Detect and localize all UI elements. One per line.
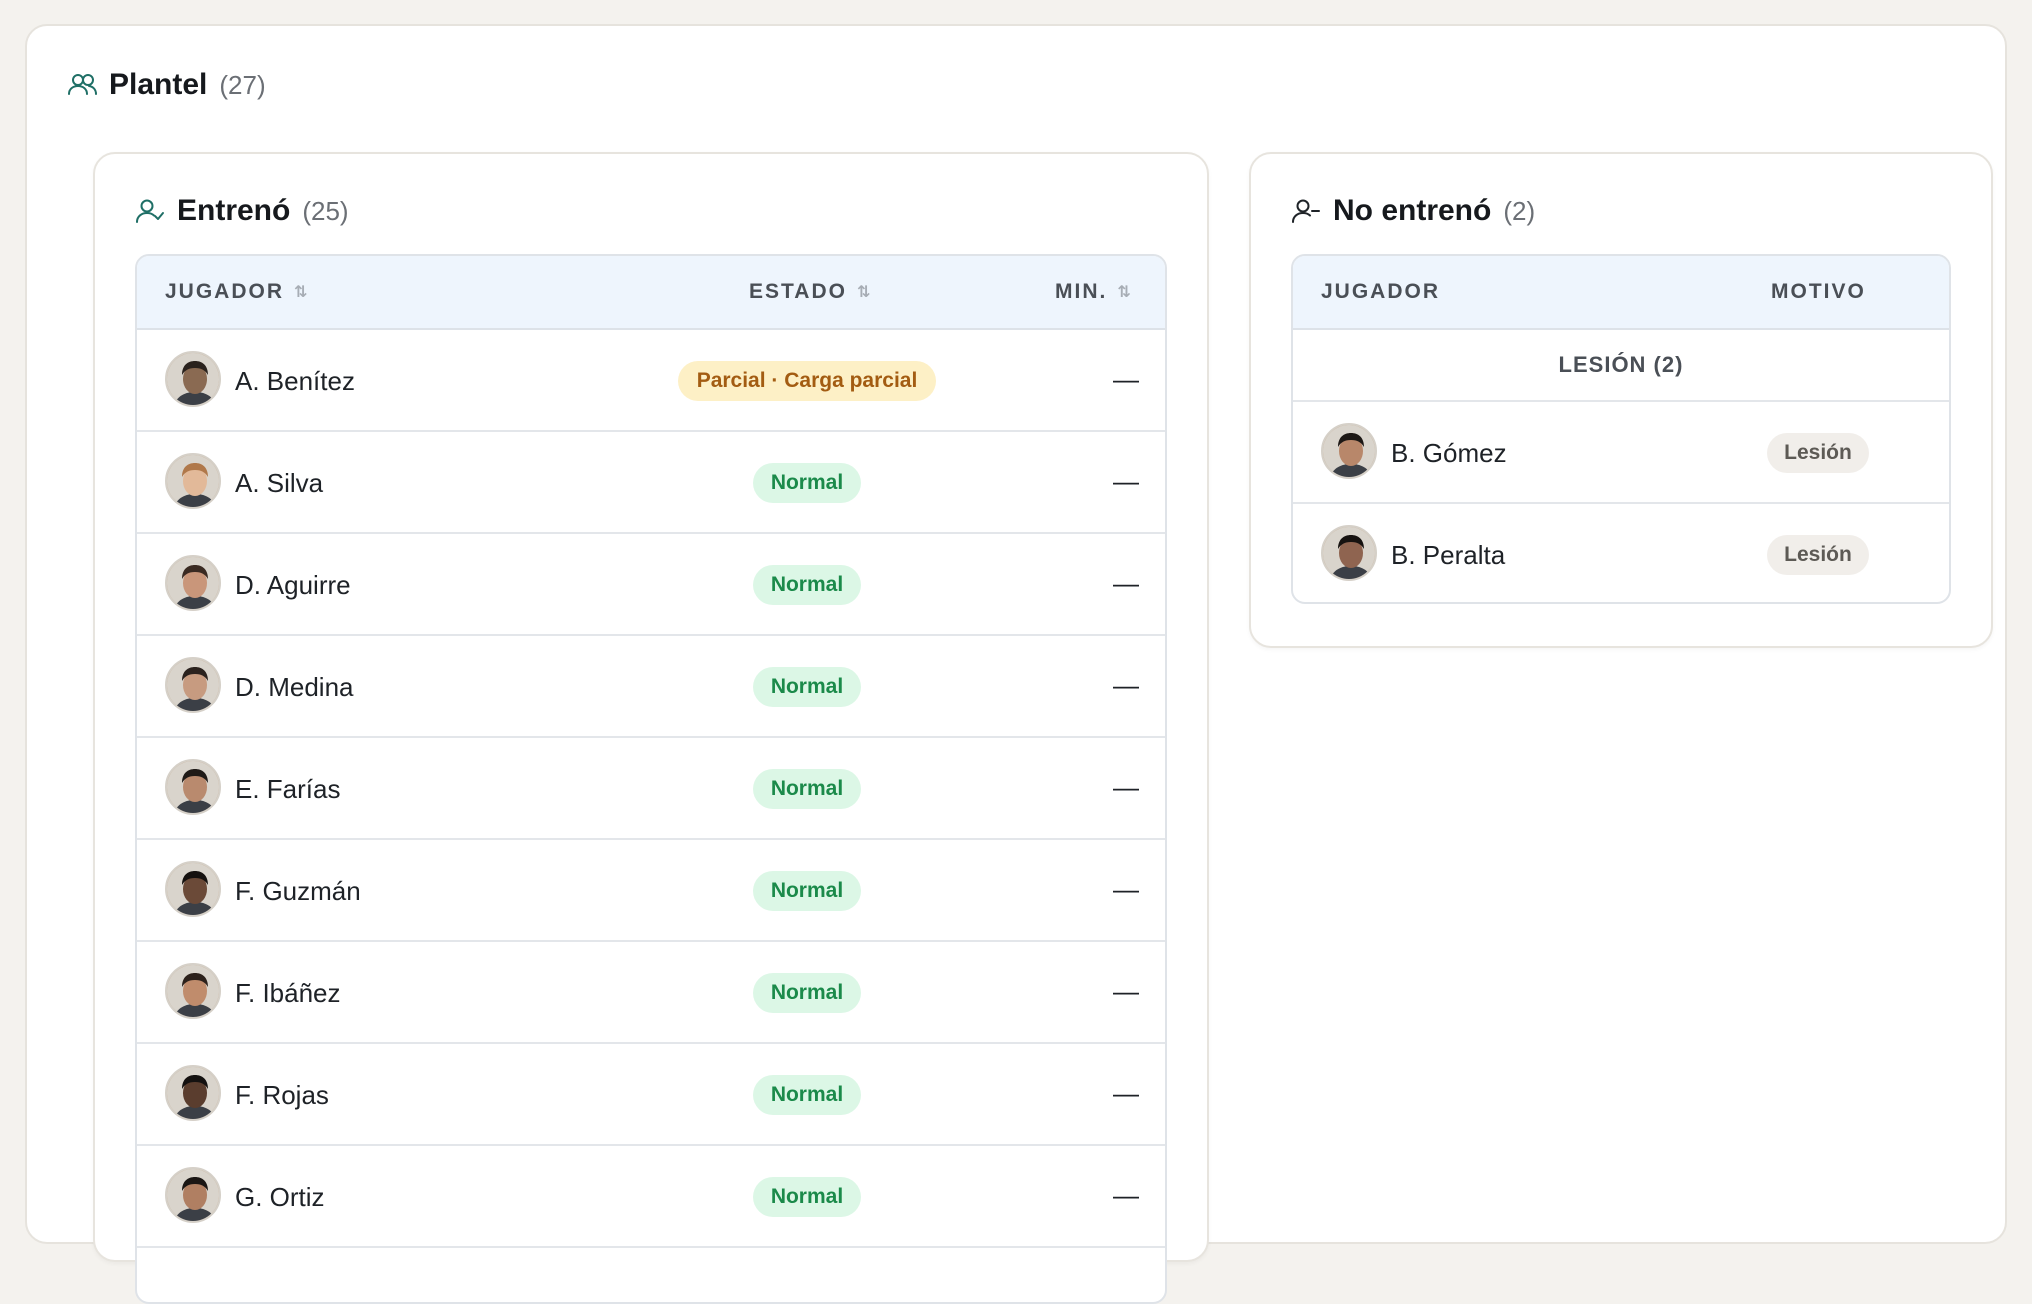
sort-icon[interactable]: ⇅	[857, 282, 870, 302]
no-entreno-table: JUGADOR MOTIVO LESIÓN (2) B. Gómez Lesión…	[1291, 254, 1951, 604]
table-row[interactable]: F. Rojas Normal —	[137, 1044, 1165, 1146]
status-badge: Normal	[753, 667, 861, 707]
minutes-value: —	[1113, 364, 1139, 394]
minutes-value: —	[1113, 874, 1139, 904]
plantel-card: Plantel (27) Entrenó (25) JUGADOR ⇅ ESTA…	[25, 24, 2007, 1304]
entreno-count: (25)	[302, 195, 349, 226]
avatar	[165, 1167, 221, 1223]
col-estado-label: ESTADO	[749, 280, 847, 303]
col-motivo-header: MOTIVO	[1771, 280, 1866, 304]
col-min-header[interactable]: MIN. ⇅	[1055, 280, 1131, 304]
status-badge: Normal	[753, 565, 861, 605]
col-motivo-label: MOTIVO	[1771, 280, 1866, 303]
minutes-value: —	[1113, 466, 1139, 496]
group-label: LESIÓN (2)	[1558, 352, 1684, 377]
users-icon	[67, 70, 97, 100]
status-badge: Parcial · Carga parcial	[678, 361, 936, 401]
avatar	[165, 657, 221, 713]
plantel-count: (27)	[219, 69, 266, 100]
status-badge: Normal	[753, 871, 861, 911]
table-row[interactable]: D. Aguirre Normal —	[137, 534, 1165, 636]
player-name[interactable]: A. Benítez	[235, 366, 355, 397]
col-jugador-header: JUGADOR	[1321, 280, 1440, 304]
player-name[interactable]: D. Medina	[235, 672, 354, 703]
player-name[interactable]: E. Farías	[235, 774, 340, 805]
no-entreno-count: (2)	[1503, 195, 1536, 226]
avatar	[1321, 423, 1377, 479]
table-row[interactable]: B. Peralta Lesión	[1293, 504, 1949, 602]
table-row[interactable]: E. Farías Normal —	[137, 738, 1165, 840]
status-badge: Normal	[753, 1177, 861, 1217]
avatar	[165, 861, 221, 917]
table-row[interactable]: F. Guzmán Normal —	[137, 840, 1165, 942]
avatar	[165, 555, 221, 611]
reason-badge: Lesión	[1767, 535, 1869, 575]
entreno-table: JUGADOR ⇅ ESTADO ⇅ MIN. ⇅ A. Benítez Parc…	[135, 254, 1167, 1304]
reason-badge: Lesión	[1767, 433, 1869, 473]
table-row[interactable]: A. Benítez Parcial · Carga parcial —	[137, 330, 1165, 432]
player-name[interactable]: A. Silva	[235, 468, 323, 499]
col-jugador-header[interactable]: JUGADOR ⇅	[165, 280, 307, 304]
table-row[interactable]: G. Ortiz Normal —	[137, 1146, 1165, 1248]
status-badge: Normal	[753, 973, 861, 1013]
entreno-table-header: JUGADOR ⇅ ESTADO ⇅ MIN. ⇅	[137, 256, 1165, 330]
entreno-title: Entrenó (25)	[135, 194, 349, 228]
minutes-value: —	[1113, 568, 1139, 598]
table-row[interactable]: A. Silva Normal —	[137, 432, 1165, 534]
minutes-value: —	[1113, 976, 1139, 1006]
entreno-rows: A. Benítez Parcial · Carga parcial — A. Sil…	[137, 330, 1165, 1248]
plantel-title: Plantel (27)	[67, 68, 266, 102]
player-name[interactable]: D. Aguirre	[235, 570, 351, 601]
status-badge: Normal	[753, 463, 861, 503]
avatar	[165, 759, 221, 815]
table-row[interactable]: D. Medina Normal —	[137, 636, 1165, 738]
no-entreno-table-header: JUGADOR MOTIVO	[1293, 256, 1949, 330]
player-name[interactable]: B. Gómez	[1391, 438, 1507, 469]
sort-icon[interactable]: ⇅	[294, 282, 307, 302]
minutes-value: —	[1113, 772, 1139, 802]
user-check-icon	[135, 196, 165, 226]
col-min-label: MIN.	[1055, 280, 1108, 303]
no-entreno-title: No entrenó (2)	[1291, 194, 1535, 228]
avatar	[165, 1065, 221, 1121]
player-name[interactable]: F. Guzmán	[235, 876, 361, 907]
minutes-value: —	[1113, 1180, 1139, 1210]
player-name[interactable]: F. Rojas	[235, 1080, 329, 1111]
avatar	[165, 963, 221, 1019]
sort-icon[interactable]: ⇅	[1117, 282, 1130, 302]
plantel-heading: Plantel	[109, 68, 208, 101]
no-entreno-heading: No entrenó	[1333, 194, 1492, 227]
col-estado-header[interactable]: ESTADO ⇅	[749, 280, 870, 304]
status-badge: Normal	[753, 769, 861, 809]
entreno-panel: Entrenó (25) JUGADOR ⇅ ESTADO ⇅ MIN. ⇅ A…	[93, 152, 1209, 1304]
table-row[interactable]: F. Ibáñez Normal —	[137, 942, 1165, 1044]
avatar	[1321, 525, 1377, 581]
col-jugador-label: JUGADOR	[1321, 280, 1441, 303]
avatar	[165, 453, 221, 509]
group-row-lesion: LESIÓN (2)	[1293, 330, 1949, 402]
no-entreno-rows: B. Gómez Lesión B. Peralta Lesión	[1293, 402, 1949, 602]
col-jugador-label: JUGADOR	[165, 280, 285, 303]
player-name[interactable]: G. Ortiz	[235, 1182, 325, 1213]
minutes-value: —	[1113, 1078, 1139, 1108]
player-name[interactable]: B. Peralta	[1391, 540, 1505, 571]
no-entreno-panel: No entrenó (2) JUGADOR MOTIVO LESIÓN (2)…	[1249, 152, 1993, 648]
user-minus-icon	[1291, 196, 1321, 226]
minutes-value: —	[1113, 670, 1139, 700]
player-name[interactable]: F. Ibáñez	[235, 978, 341, 1009]
avatar	[165, 351, 221, 407]
table-row[interactable]: B. Gómez Lesión	[1293, 402, 1949, 504]
status-badge: Normal	[753, 1075, 861, 1115]
entreno-heading: Entrenó	[177, 194, 291, 227]
